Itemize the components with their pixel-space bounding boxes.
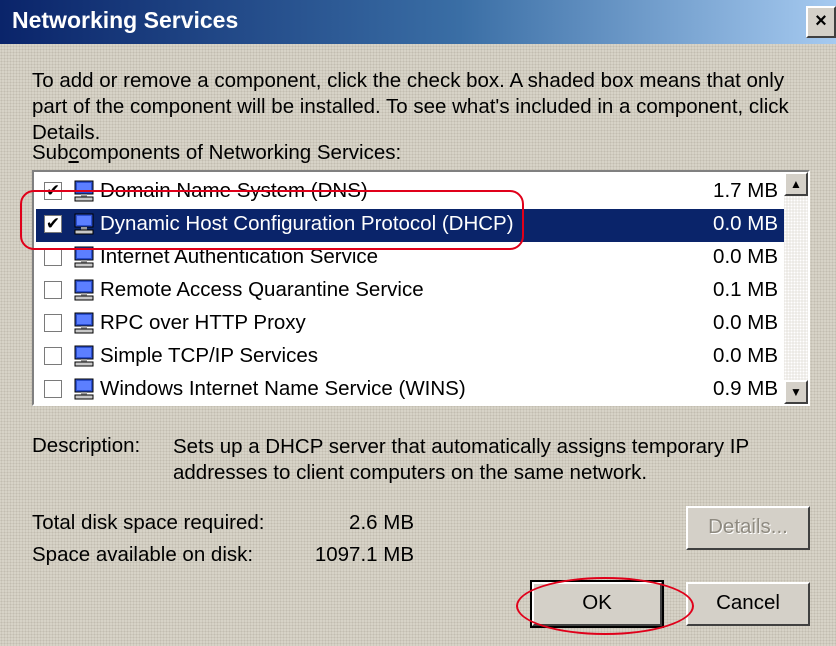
component-checkbox[interactable] [44,281,62,299]
component-label: Internet Authentication Service [100,245,379,268]
component-row[interactable]: ✔ Domain Name System (DNS) 1.7 MB [36,176,794,209]
component-label: Domain Name System (DNS) [100,179,368,202]
scroll-down-button[interactable]: ▼ [784,380,808,404]
subcomponents-label-post: omponents of Networking Services: [78,141,402,164]
component-label: Windows Internet Name Service (WINS) [100,377,466,400]
description-text: Sets up a DHCP server that automatically… [173,435,749,484]
disk-available-value: 1097.1 MB [314,543,414,566]
instructions-text: To add or remove a component, click the … [32,69,789,144]
component-checkbox[interactable]: ✔ [44,215,62,233]
subcomponents-list[interactable]: ✔ Domain Name System (DNS) 1.7 MB ✔ Dynamic … [32,170,810,406]
details-button[interactable]: Details... [686,506,810,550]
description-label: Description: [32,434,141,457]
component-size: 0.0 MB [713,311,778,334]
component-checkbox[interactable]: ✔ [44,182,62,200]
subcomponents-label-pre: Sub [32,141,69,164]
component-size: 1.7 MB [713,179,778,202]
disk-required-label: Total disk space required: [32,511,265,534]
ok-button[interactable]: OK [530,580,664,628]
component-label: RPC over HTTP Proxy [100,311,306,334]
network-computer-icon [74,213,94,235]
subcomponents-label-accelerator: c [68,141,79,164]
component-size: 0.0 MB [713,344,778,367]
component-size: 0.9 MB [713,377,778,400]
component-size: 0.0 MB [713,212,778,235]
close-button[interactable]: × [806,6,836,38]
component-checkbox[interactable] [44,248,62,266]
disk-required-value: 2.6 MB [349,511,414,534]
component-label: Dynamic Host Configuration Protocol (DHC… [100,212,514,235]
component-size: 0.0 MB [713,245,778,268]
networking-services-dialog: Networking Services × To add or remove a… [0,0,836,646]
network-computer-icon [74,246,94,268]
network-computer-icon [74,180,94,202]
component-checkbox[interactable] [44,314,62,332]
component-label: Remote Access Quarantine Service [100,278,424,301]
component-row[interactable]: Internet Authentication Service 0.0 MB [36,242,794,275]
network-computer-icon [74,279,94,301]
network-computer-icon [74,345,94,367]
component-row[interactable]: Remote Access Quarantine Service 0.1 MB [36,275,794,308]
component-checkbox[interactable] [44,380,62,398]
component-row[interactable]: RPC over HTTP Proxy 0.0 MB [36,308,794,341]
network-computer-icon [74,312,94,334]
network-computer-icon [74,378,94,400]
vertical-scrollbar[interactable]: ▲ ▼ [784,172,808,404]
component-row[interactable]: Simple TCP/IP Services 0.0 MB [36,341,794,374]
disk-available-label: Space available on disk: [32,543,254,566]
subcomponents-label: Subcomponents of Networking Services: [32,141,401,165]
component-checkbox[interactable] [44,347,62,365]
window-title: Networking Services [12,7,239,33]
component-size: 0.1 MB [713,278,778,301]
cancel-button[interactable]: Cancel [686,582,810,626]
component-label: Simple TCP/IP Services [100,344,318,367]
component-row[interactable]: ✔ Dynamic Host Configuration Protocol (DH… [36,209,794,242]
title-bar[interactable]: Networking Services × [0,0,836,44]
component-row[interactable]: Windows Internet Name Service (WINS) 0.9 … [36,374,794,404]
scroll-up-button[interactable]: ▲ [784,172,808,196]
